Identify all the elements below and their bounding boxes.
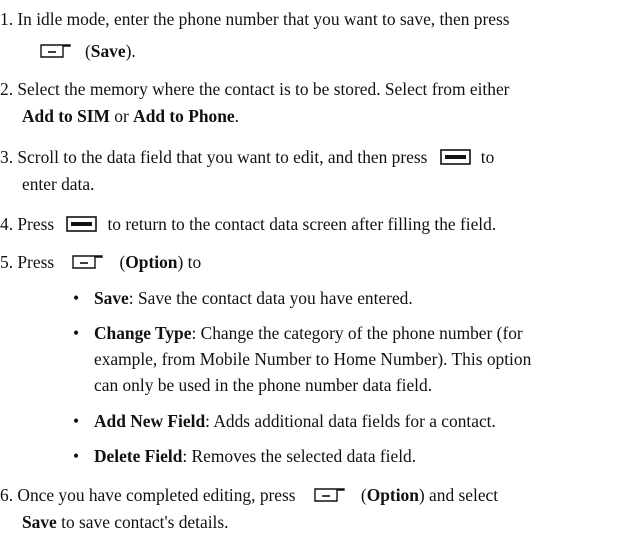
step-2-text: 2. Select the memory where the contact i… xyxy=(0,79,510,99)
add-to-sim-label: Add to SIM xyxy=(22,106,110,126)
bullet-add-new-field: Add New Field: Adds additional data fiel… xyxy=(94,411,496,431)
center-key-icon xyxy=(66,216,98,232)
option-label: Option xyxy=(366,485,419,505)
save-label: Save xyxy=(90,41,126,61)
option-label: Option xyxy=(125,252,178,272)
bullet: • xyxy=(72,323,80,343)
bullet: • xyxy=(72,288,80,308)
bullet-delete-field: Delete Field: Removes the selected data … xyxy=(94,446,417,466)
soft-key-icon xyxy=(314,488,345,502)
step-6-line-2: Save to save contact's details. xyxy=(22,512,229,532)
save-label: Save xyxy=(22,512,57,532)
step-6-text: 6. Once you have completed editing, pres… xyxy=(0,485,296,505)
add-to-phone-label: Add to Phone xyxy=(133,106,235,126)
step-4-line: 4. Press to return to the contact data s… xyxy=(0,214,497,234)
step-5-text: 5. Press xyxy=(0,252,55,272)
step-4-text: 4. Press xyxy=(0,214,55,234)
bullet: • xyxy=(72,411,80,431)
step-1-line-2: (Save). xyxy=(22,38,136,64)
bullet: • xyxy=(72,446,80,466)
step-3-line-1: 3. Scroll to the data field that you wan… xyxy=(0,147,495,167)
bullet-change-type-line-3: can only be used in the phone number dat… xyxy=(94,375,433,395)
soft-key-icon xyxy=(40,44,71,58)
soft-key-icon xyxy=(72,255,104,269)
step-2-line-1: 2. Select the memory where the contact i… xyxy=(0,76,509,102)
center-key-icon xyxy=(439,149,471,165)
bullet-save: Save: Save the contact data you have ent… xyxy=(94,288,413,308)
step-6-line-1: 6. Once you have completed editing, pres… xyxy=(0,485,499,505)
step-5-line: 5. Press (Option) to xyxy=(0,252,202,272)
step-1-line-1: 1. In idle mode, enter the phone number … xyxy=(0,6,510,32)
step-1-text: 1. In idle mode, enter the phone number … xyxy=(0,9,510,29)
bullet-change-type: Change Type: Change the category of the … xyxy=(94,323,523,343)
step-3-line-2: enter data. xyxy=(22,174,95,194)
step-2-line-2: Add to SIM or Add to Phone. xyxy=(22,106,239,126)
step-3-text: 3. Scroll to the data field that you wan… xyxy=(0,147,428,167)
bullet-change-type-line-2: example, from Mobile Number to Home Numb… xyxy=(94,349,532,369)
